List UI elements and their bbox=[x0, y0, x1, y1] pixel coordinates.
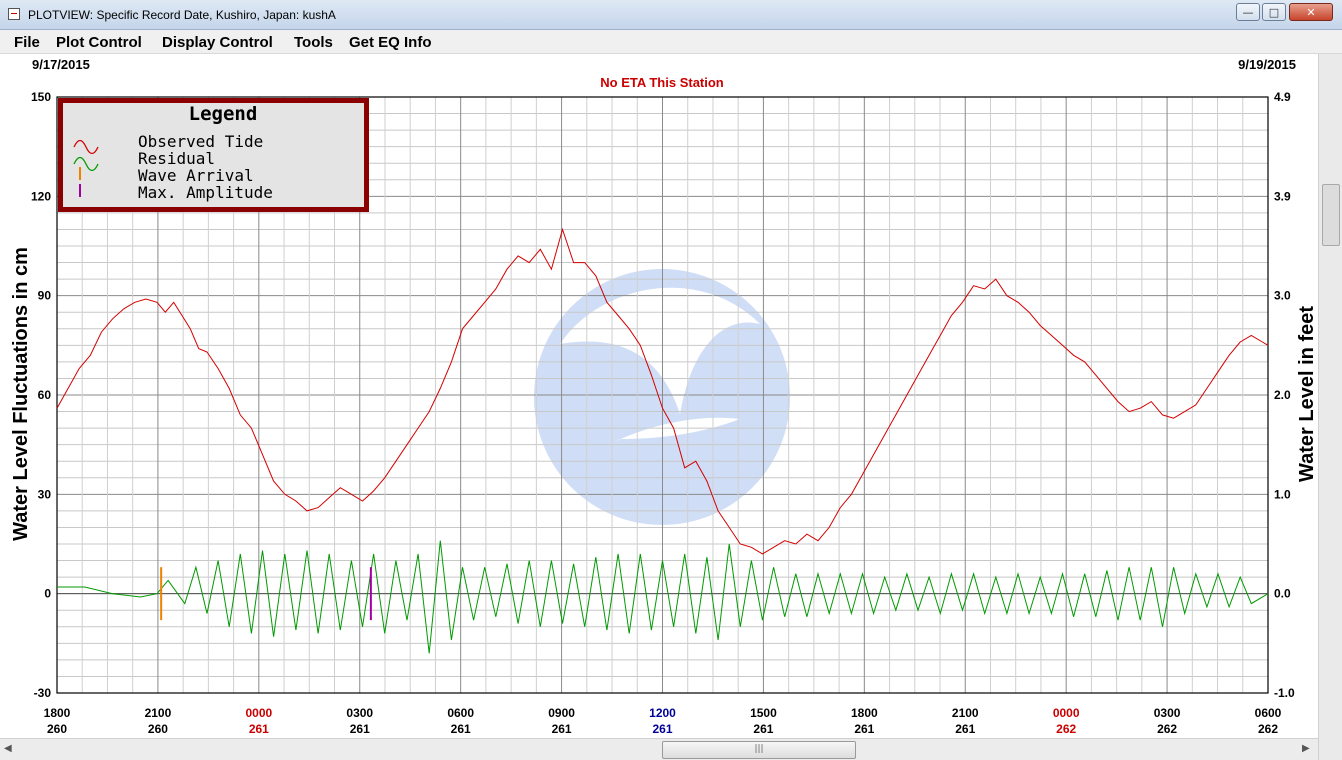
x-tick-day: 262 bbox=[1157, 722, 1177, 736]
x-tick-day: 261 bbox=[249, 722, 269, 736]
x-tick-time: 1800 bbox=[44, 706, 71, 720]
vertical-scrollbar[interactable] bbox=[1318, 54, 1342, 760]
x-tick-day: 262 bbox=[1056, 722, 1076, 736]
x-tick-time: 0300 bbox=[1154, 706, 1181, 720]
x-tick-time: 1500 bbox=[750, 706, 777, 720]
y-tick-left: 60 bbox=[38, 388, 52, 402]
y-tick-right: -1.0 bbox=[1274, 686, 1295, 700]
minimize-button[interactable]: — bbox=[1236, 3, 1260, 21]
x-tick-time: 1800 bbox=[851, 706, 878, 720]
x-tick-day: 261 bbox=[652, 722, 672, 736]
y-tick-left: 90 bbox=[38, 289, 52, 303]
y-tick-right: 3.0 bbox=[1274, 289, 1291, 303]
x-tick-time: 0600 bbox=[447, 706, 474, 720]
y-axis-left-label: Water Level Fluctuations in cm bbox=[10, 247, 32, 541]
legend-title: Legend bbox=[189, 103, 258, 125]
menu-get-eq-info[interactable]: Get EQ Info bbox=[349, 34, 432, 51]
eta-status-text: No ETA This Station bbox=[600, 75, 724, 90]
maximize-button[interactable]: □ bbox=[1262, 3, 1286, 21]
window-title: PLOTVIEW: Specific Record Date, Kushiro,… bbox=[28, 8, 336, 22]
y-tick-right: 4.9 bbox=[1274, 90, 1291, 104]
close-button[interactable]: ✕ bbox=[1289, 3, 1333, 21]
date-end-label: 9/19/2015 bbox=[1238, 57, 1296, 72]
menu-display-control[interactable]: Display Control bbox=[162, 34, 273, 51]
x-tick-time: 0300 bbox=[346, 706, 373, 720]
y-tick-left: 150 bbox=[31, 90, 51, 104]
y-tick-right: 2.0 bbox=[1274, 388, 1291, 402]
legend-item-max-amplitude: Max. Amplitude bbox=[138, 183, 273, 202]
x-tick-time: 0000 bbox=[1053, 706, 1080, 720]
menu-plot-control[interactable]: Plot Control bbox=[56, 34, 142, 51]
plot-area: 9/17/2015 9/19/2015 No ETA This Station … bbox=[10, 57, 1318, 736]
menu-tools[interactable]: Tools bbox=[294, 34, 333, 51]
scroll-right-arrow-icon[interactable]: ▶ bbox=[1302, 743, 1314, 755]
x-tick-day: 262 bbox=[1258, 722, 1278, 736]
app-icon[interactable] bbox=[8, 8, 20, 20]
horizontal-scroll-thumb[interactable]: ||| bbox=[662, 741, 856, 759]
x-tick-day: 261 bbox=[552, 722, 572, 736]
x-tick-time: 2100 bbox=[952, 706, 979, 720]
x-tick-day: 260 bbox=[47, 722, 67, 736]
x-tick-day: 261 bbox=[753, 722, 773, 736]
x-tick-day: 260 bbox=[148, 722, 168, 736]
menu-file[interactable]: File bbox=[14, 34, 40, 51]
x-tick-day: 261 bbox=[350, 722, 370, 736]
date-start-label: 9/17/2015 bbox=[32, 57, 90, 72]
y-tick-left: -30 bbox=[34, 686, 52, 700]
x-tick-day: 261 bbox=[451, 722, 471, 736]
x-tick-time: 1200 bbox=[649, 706, 676, 720]
y-tick-right: 1.0 bbox=[1274, 487, 1291, 501]
scroll-left-arrow-icon[interactable]: ◀ bbox=[4, 743, 16, 755]
x-tick-day: 261 bbox=[955, 722, 975, 736]
y-tick-left: 30 bbox=[38, 487, 52, 501]
y-axis-right-label: Water Level in feet bbox=[1296, 306, 1318, 482]
title-bar: PLOTVIEW: Specific Record Date, Kushiro,… bbox=[0, 0, 1342, 30]
x-tick-time: 0900 bbox=[548, 706, 575, 720]
x-tick-time: 0000 bbox=[245, 706, 272, 720]
x-tick-day: 261 bbox=[854, 722, 874, 736]
legend: Legend Observed Tide Residual Wave Arriv… bbox=[58, 98, 369, 212]
horizontal-scrollbar[interactable]: ◀ ||| ▶ bbox=[0, 738, 1318, 760]
menu-bar: File Plot Control Display Control Tools … bbox=[0, 30, 1342, 54]
y-tick-left: 0 bbox=[44, 587, 51, 601]
y-tick-left: 120 bbox=[31, 189, 51, 203]
x-tick-time: 2100 bbox=[145, 706, 172, 720]
y-tick-right: 0.0 bbox=[1274, 587, 1291, 601]
y-tick-right: 3.9 bbox=[1274, 189, 1291, 203]
x-tick-time: 0600 bbox=[1255, 706, 1282, 720]
vertical-scroll-thumb[interactable] bbox=[1322, 184, 1340, 246]
